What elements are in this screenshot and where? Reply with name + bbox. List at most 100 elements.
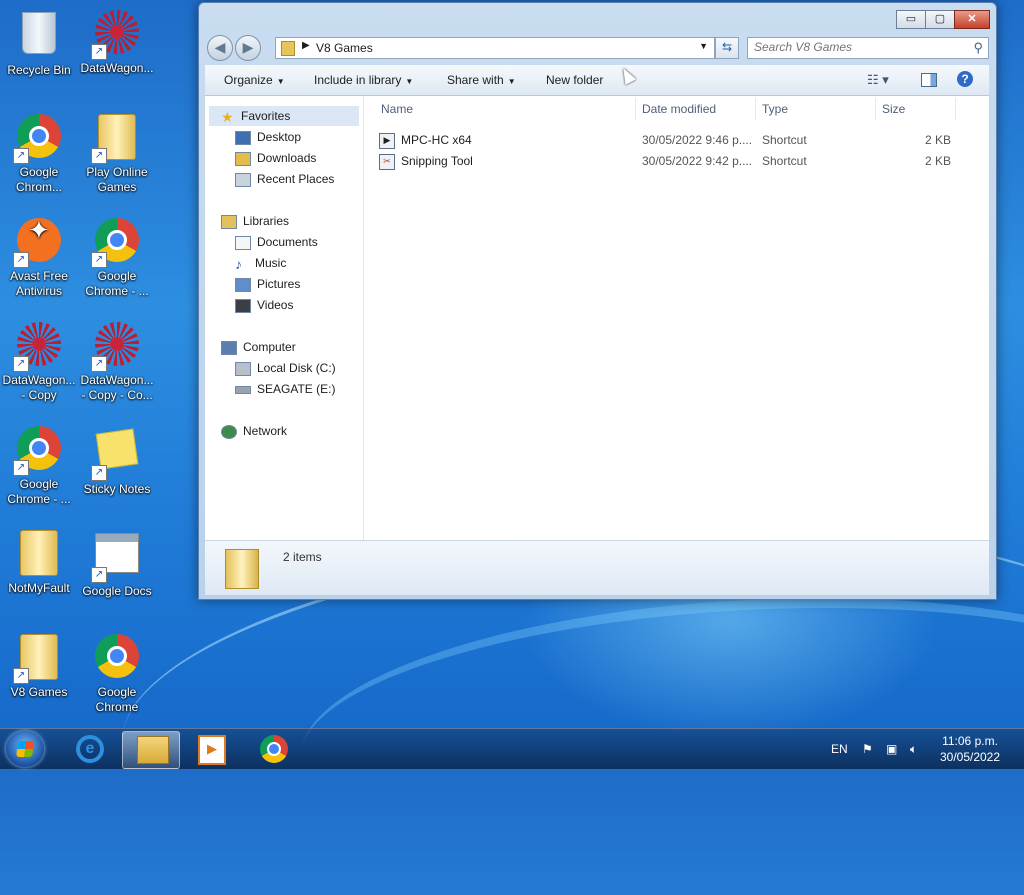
caption-buttons: ▭ ▢ ✕ — [896, 10, 990, 29]
search-box[interactable]: ⚲ — [747, 37, 989, 59]
file-row-mpc-hc[interactable]: ▶ MPC-HC x64 — [379, 130, 472, 150]
nav-label: Computer — [243, 340, 296, 354]
desktop-icon-label: Google Docs — [82, 584, 152, 598]
column-header-type[interactable]: Type — [762, 102, 788, 116]
maximize-button[interactable]: ▢ — [925, 10, 955, 29]
taskbar-google-chrome[interactable] — [246, 731, 302, 767]
refresh-button[interactable]: ⇆ — [715, 37, 739, 59]
search-icon: ⚲ — [973, 40, 983, 55]
new-folder-button[interactable]: New folder — [546, 73, 603, 87]
desktop-icon-google-chrome-4[interactable]: Google Chrome — [78, 632, 156, 715]
desktop-icon-label: Google Chrome — [95, 685, 139, 714]
nav-label: Favorites — [241, 109, 291, 123]
nav-item-desktop[interactable]: Desktop — [235, 127, 301, 147]
nav-label: Downloads — [257, 151, 317, 165]
share-with-button[interactable]: Share with ▼ — [447, 73, 516, 87]
desktop-icon-recycle-bin[interactable]: Recycle Bin — [0, 8, 78, 78]
nav-item-downloads[interactable]: Downloads — [235, 148, 316, 168]
change-view-button[interactable]: ☷ ▾ — [867, 72, 889, 88]
file-date: 30/05/2022 9:46 p.... — [642, 133, 753, 147]
shortcut-arrow-icon: ↗ — [13, 668, 29, 684]
preview-pane-button[interactable] — [921, 73, 937, 87]
desktop-icon-label: DataWagon... - Copy - Co... — [80, 373, 154, 402]
back-button[interactable]: ◀ — [207, 35, 233, 61]
desktop-icon-notmyfault[interactable]: NotMyFault — [0, 528, 78, 596]
column-header-name[interactable]: Name — [381, 102, 413, 116]
column-header-size[interactable]: Size — [882, 102, 905, 116]
search-input[interactable] — [748, 38, 970, 56]
address-bar[interactable]: ▶ V8 Games ▼ — [275, 37, 715, 59]
nav-item-network[interactable]: Network — [209, 421, 287, 441]
pictures-icon — [235, 277, 251, 292]
nav-label: Documents — [257, 235, 318, 249]
nav-label: Recent Places — [257, 172, 335, 186]
taskbar-internet-explorer[interactable]: e — [62, 731, 118, 767]
column-divider[interactable] — [955, 98, 956, 120]
navigation-pane[interactable]: ★ Favorites Desktop Downloads Recent Plac… — [205, 96, 364, 540]
column-divider[interactable] — [875, 98, 876, 120]
videos-icon — [235, 298, 251, 313]
shortcut-arrow-icon: ↗ — [91, 252, 107, 268]
taskbar-windows-explorer[interactable] — [122, 731, 180, 769]
computer-icon — [221, 340, 237, 355]
organize-button[interactable]: Organize ▼ — [224, 73, 285, 87]
include-in-library-button[interactable]: Include in library ▼ — [314, 73, 413, 87]
clock-date: 30/05/2022 — [939, 750, 1001, 764]
clock[interactable]: 11:06 p.m. 30/05/2022 — [930, 733, 1010, 765]
nav-item-documents[interactable]: Documents — [235, 232, 318, 252]
nav-label: Desktop — [257, 130, 302, 144]
nav-label: Videos — [257, 298, 294, 312]
breadcrumb-arrow-icon[interactable]: ▶ — [302, 40, 310, 51]
network-icon[interactable]: ▣ — [886, 729, 897, 769]
column-header-date-modified[interactable]: Date modified — [642, 102, 716, 116]
help-button[interactable]: ? — [957, 71, 973, 87]
refresh-icon: ⇆ — [721, 40, 733, 54]
desktop-icon-datawagon[interactable]: ↗ DataWagon... — [78, 8, 156, 76]
help-icon: ? — [961, 72, 969, 86]
share-with-label: Share with — [447, 73, 504, 87]
desktop-icon-google-chrome-3[interactable]: ↗ Google Chrome - ... — [0, 424, 78, 507]
nav-item-recent-places[interactable]: Recent Places — [235, 169, 334, 189]
nav-item-local-disk[interactable]: Local Disk (C:) — [235, 358, 336, 378]
forward-button[interactable]: ▶ — [235, 35, 261, 61]
volume-icon[interactable]: 🔈︎ — [910, 729, 917, 769]
shortcut-arrow-icon: ↗ — [13, 148, 29, 164]
file-name: Snipping Tool — [401, 154, 473, 168]
desktop-icon-avast[interactable]: ↗ Avast Free Antivirus — [0, 216, 78, 299]
nav-item-seagate[interactable]: SEAGATE (E:) — [235, 379, 335, 399]
nav-label: Network — [243, 424, 288, 438]
minimize-button[interactable]: ▭ — [896, 10, 926, 29]
desktop-icon-google-chrome-1[interactable]: ↗ Google Chrom... — [0, 112, 78, 195]
nav-item-libraries[interactable]: Libraries — [209, 211, 289, 231]
start-button[interactable] — [6, 731, 44, 767]
action-center-icon[interactable]: ⚑ — [862, 729, 873, 769]
desktop-icon-play-online-games[interactable]: ↗ Play Online Games — [78, 112, 156, 195]
file-row-snipping-tool[interactable]: ✂ Snipping Tool — [379, 151, 473, 171]
details-pane: 2 items — [205, 540, 989, 595]
taskbar-media-player[interactable]: ▶ — [184, 731, 240, 767]
nav-item-computer[interactable]: Computer — [209, 337, 296, 357]
column-divider[interactable] — [635, 98, 636, 120]
nav-item-favorites[interactable]: ★ Favorites — [209, 106, 359, 126]
nav-item-pictures[interactable]: Pictures — [235, 274, 300, 294]
nav-item-music[interactable]: ♪ Music — [235, 253, 286, 273]
folder-icon — [281, 41, 295, 56]
hard-disk-icon — [235, 361, 251, 376]
desktop-icon-google-chrome-2[interactable]: ↗ Google Chrome - ... — [78, 216, 156, 299]
desktop-icon-datawagon-copy-copy[interactable]: ↗ DataWagon... - Copy - Co... — [78, 320, 156, 403]
language-indicator[interactable]: EN — [831, 729, 848, 769]
desktop-icon-sticky-notes[interactable]: ↗ Sticky Notes — [78, 424, 156, 497]
nav-label: Local Disk (C:) — [257, 361, 336, 375]
close-button[interactable]: ✕ — [954, 10, 990, 29]
desktop-icon-v8-games[interactable]: ↗ V8 Games — [0, 632, 78, 700]
snipping-tool-icon: ✂ — [379, 153, 395, 170]
desktop-icon-datawagon-copy[interactable]: ↗ DataWagon... - Copy — [0, 320, 78, 403]
column-divider[interactable] — [755, 98, 756, 120]
address-dropdown-icon[interactable]: ▼ — [699, 41, 708, 51]
desktop-icon-google-docs[interactable]: ↗ Google Docs — [78, 528, 156, 599]
explorer-window[interactable]: ▭ ▢ ✕ ◀ ▶ ▶ V8 Games ▼ ⇆ ⚲ Organize▼ Inc… — [198, 2, 997, 600]
nav-item-videos[interactable]: Videos — [235, 295, 293, 315]
desktop-icon-label: Google Chrom... — [15, 165, 62, 194]
address-segment[interactable]: V8 Games — [316, 41, 373, 55]
nav-label: SEAGATE (E:) — [257, 382, 336, 396]
